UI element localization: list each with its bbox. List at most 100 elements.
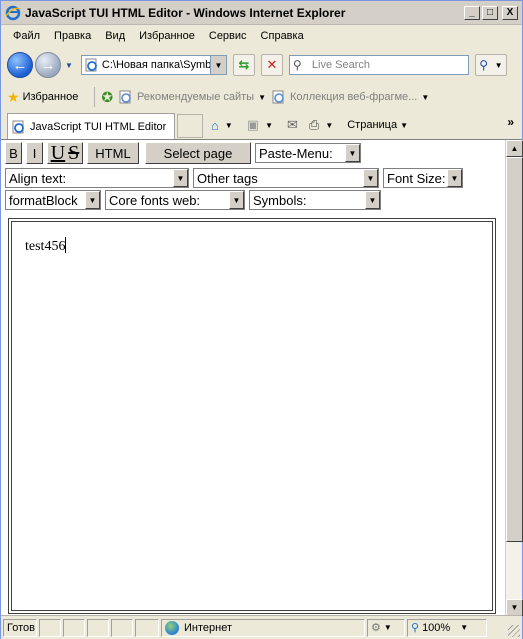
ie-page-icon: [272, 90, 286, 104]
chevron-down-icon: ▼: [229, 191, 244, 209]
back-button[interactable]: ←: [7, 52, 33, 78]
format-block-value: formatBlock: [9, 192, 78, 208]
scroll-thumb[interactable]: [506, 157, 523, 542]
add-favorite-icon[interactable]: ✪: [101, 89, 113, 106]
star-icon[interactable]: ★: [7, 89, 20, 106]
chevron-down-icon: ▼: [173, 169, 188, 187]
toolbar-overflow-button[interactable]: »: [507, 115, 514, 129]
italic-button[interactable]: I: [26, 142, 43, 164]
underline-button[interactable]: U: [51, 142, 65, 165]
feeds-button[interactable]: ▣ ▼: [247, 117, 279, 133]
zoom-icon: ⚲: [411, 622, 420, 634]
mail-button[interactable]: ✉: [287, 117, 301, 133]
strike-button[interactable]: S: [68, 142, 79, 165]
address-dropdown[interactable]: ▼: [209, 56, 226, 74]
refresh-icon: ⇆: [238, 57, 250, 72]
chevron-down-icon[interactable]: ▼: [325, 121, 333, 130]
print-button[interactable]: ⎙ ▼: [309, 117, 339, 133]
back-arrow-icon: ←: [12, 56, 28, 74]
forward-button[interactable]: →: [35, 52, 61, 78]
chevron-down-icon[interactable]: ▼: [225, 121, 233, 130]
favorites-link-webslices[interactable]: Коллекция веб-фрагме... ▼: [272, 90, 429, 104]
title-bar: JavaScript TUI HTML Editor - Windows Int…: [1, 1, 522, 25]
core-fonts-select[interactable]: Core fonts web: ▼: [105, 190, 245, 210]
search-options-icon[interactable]: ▼: [495, 61, 503, 70]
tab-row: JavaScript TUI HTML Editor ⌂ ▼ ▣ ▼ ✉ ⎙ ▼…: [1, 111, 522, 139]
address-field[interactable]: C:\Новая папка\Symb ▼: [80, 55, 227, 75]
favorites-link-suggested[interactable]: Рекомендуемые сайты ▼: [119, 90, 266, 104]
menu-favorites[interactable]: Избранное: [132, 30, 202, 42]
ie-logo-icon: [5, 5, 21, 21]
tab-active[interactable]: JavaScript TUI HTML Editor: [7, 113, 175, 139]
text-caret: [65, 237, 67, 253]
other-tags-select[interactable]: Other tags ▼: [193, 168, 379, 188]
stop-button[interactable]: ✕: [260, 54, 283, 76]
editor-content[interactable]: test456: [25, 237, 67, 255]
ie-page-icon: [12, 120, 26, 134]
page-menu-button[interactable]: Страница ▼: [347, 119, 414, 131]
security-zone[interactable]: Интернет: [161, 618, 365, 637]
menu-view[interactable]: Вид: [98, 30, 132, 42]
search-field[interactable]: ⚲: [288, 55, 469, 75]
html-button[interactable]: HTML: [87, 142, 139, 164]
editor-area[interactable]: test456: [8, 218, 496, 614]
favorites-button[interactable]: Избранное: [23, 91, 79, 103]
forward-arrow-icon: →: [40, 56, 56, 74]
symbols-select[interactable]: Symbols: ▼: [249, 190, 381, 210]
home-button[interactable]: ⌂ ▼: [211, 118, 239, 133]
editor-text: test456: [25, 239, 66, 254]
status-panel: [135, 618, 159, 637]
status-panel: [111, 618, 133, 637]
font-size-select[interactable]: Font Size: ▼: [383, 168, 463, 188]
align-text-select[interactable]: Align text: ▼: [5, 168, 189, 188]
status-text: Готов: [3, 618, 37, 637]
bold-button[interactable]: B: [5, 142, 22, 164]
resize-grip[interactable]: [508, 625, 520, 637]
status-panel: [63, 618, 85, 637]
chevron-down-icon: ▼: [258, 92, 267, 102]
new-tab-button[interactable]: [177, 114, 203, 138]
status-panel: [87, 618, 109, 637]
tab-label: JavaScript TUI HTML Editor: [30, 120, 167, 133]
scroll-down-button[interactable]: ▼: [506, 599, 523, 616]
menu-edit[interactable]: Правка: [47, 30, 98, 42]
menu-help[interactable]: Справка: [254, 30, 311, 42]
chevron-down-icon: ▼: [400, 120, 409, 130]
chevron-down-icon[interactable]: ▼: [265, 121, 273, 130]
favorites-link-label: Коллекция веб-фрагме...: [290, 91, 418, 103]
print-icon: ⎙: [308, 117, 320, 132]
history-dropdown[interactable]: ▼: [65, 61, 73, 70]
page-viewport: B I U S HTML Select page Paste-Menu: ▼ A…: [1, 139, 523, 616]
zoom-level: 100%: [422, 621, 451, 634]
status-panel: [39, 618, 61, 637]
menu-file[interactable]: Файл: [6, 30, 47, 42]
minimize-button[interactable]: _: [464, 5, 480, 20]
refresh-button[interactable]: ⇆: [232, 54, 255, 76]
protected-mode-button[interactable]: ⚙ ▼: [367, 618, 405, 637]
favorites-link-label: Рекомендуемые сайты: [137, 91, 255, 103]
favorites-bar: ★ Избранное ✪ Рекомендуемые сайты ▼ Колл…: [1, 83, 522, 111]
zone-label: Интернет: [184, 621, 232, 634]
search-input[interactable]: [309, 58, 468, 72]
editor-page: B I U S HTML Select page Paste-Menu: ▼ A…: [5, 142, 501, 614]
rss-icon: ▣: [246, 117, 260, 132]
close-button[interactable]: X: [502, 5, 518, 20]
scroll-up-button[interactable]: ▲: [506, 140, 523, 157]
format-block-select[interactable]: formatBlock ▼: [5, 190, 101, 210]
zoom-button[interactable]: ⚲ 100% ▼: [407, 618, 487, 637]
status-bar: Готов Интернет ⚙ ▼ ⚲ 100% ▼: [1, 615, 522, 639]
select-page-button[interactable]: Select page: [145, 142, 251, 164]
maximize-button[interactable]: □: [482, 5, 498, 20]
chevron-down-icon: ▼: [85, 191, 100, 209]
search-button[interactable]: ⚲ ▼: [474, 54, 507, 76]
align-text-value: Align text:: [9, 170, 67, 186]
search-icon: ⚲: [479, 58, 489, 72]
lock-icon: ⚙: [371, 622, 381, 634]
paste-menu-select[interactable]: Paste-Menu: ▼: [255, 143, 361, 163]
chevron-down-icon: ▼: [460, 623, 469, 632]
ie-page-icon: [119, 90, 133, 104]
paste-menu-value: Paste-Menu:: [259, 145, 333, 161]
menu-tools[interactable]: Сервис: [202, 30, 254, 42]
chevron-down-icon: ▼: [345, 144, 360, 162]
vertical-scrollbar[interactable]: ▲ ▼: [505, 140, 523, 616]
